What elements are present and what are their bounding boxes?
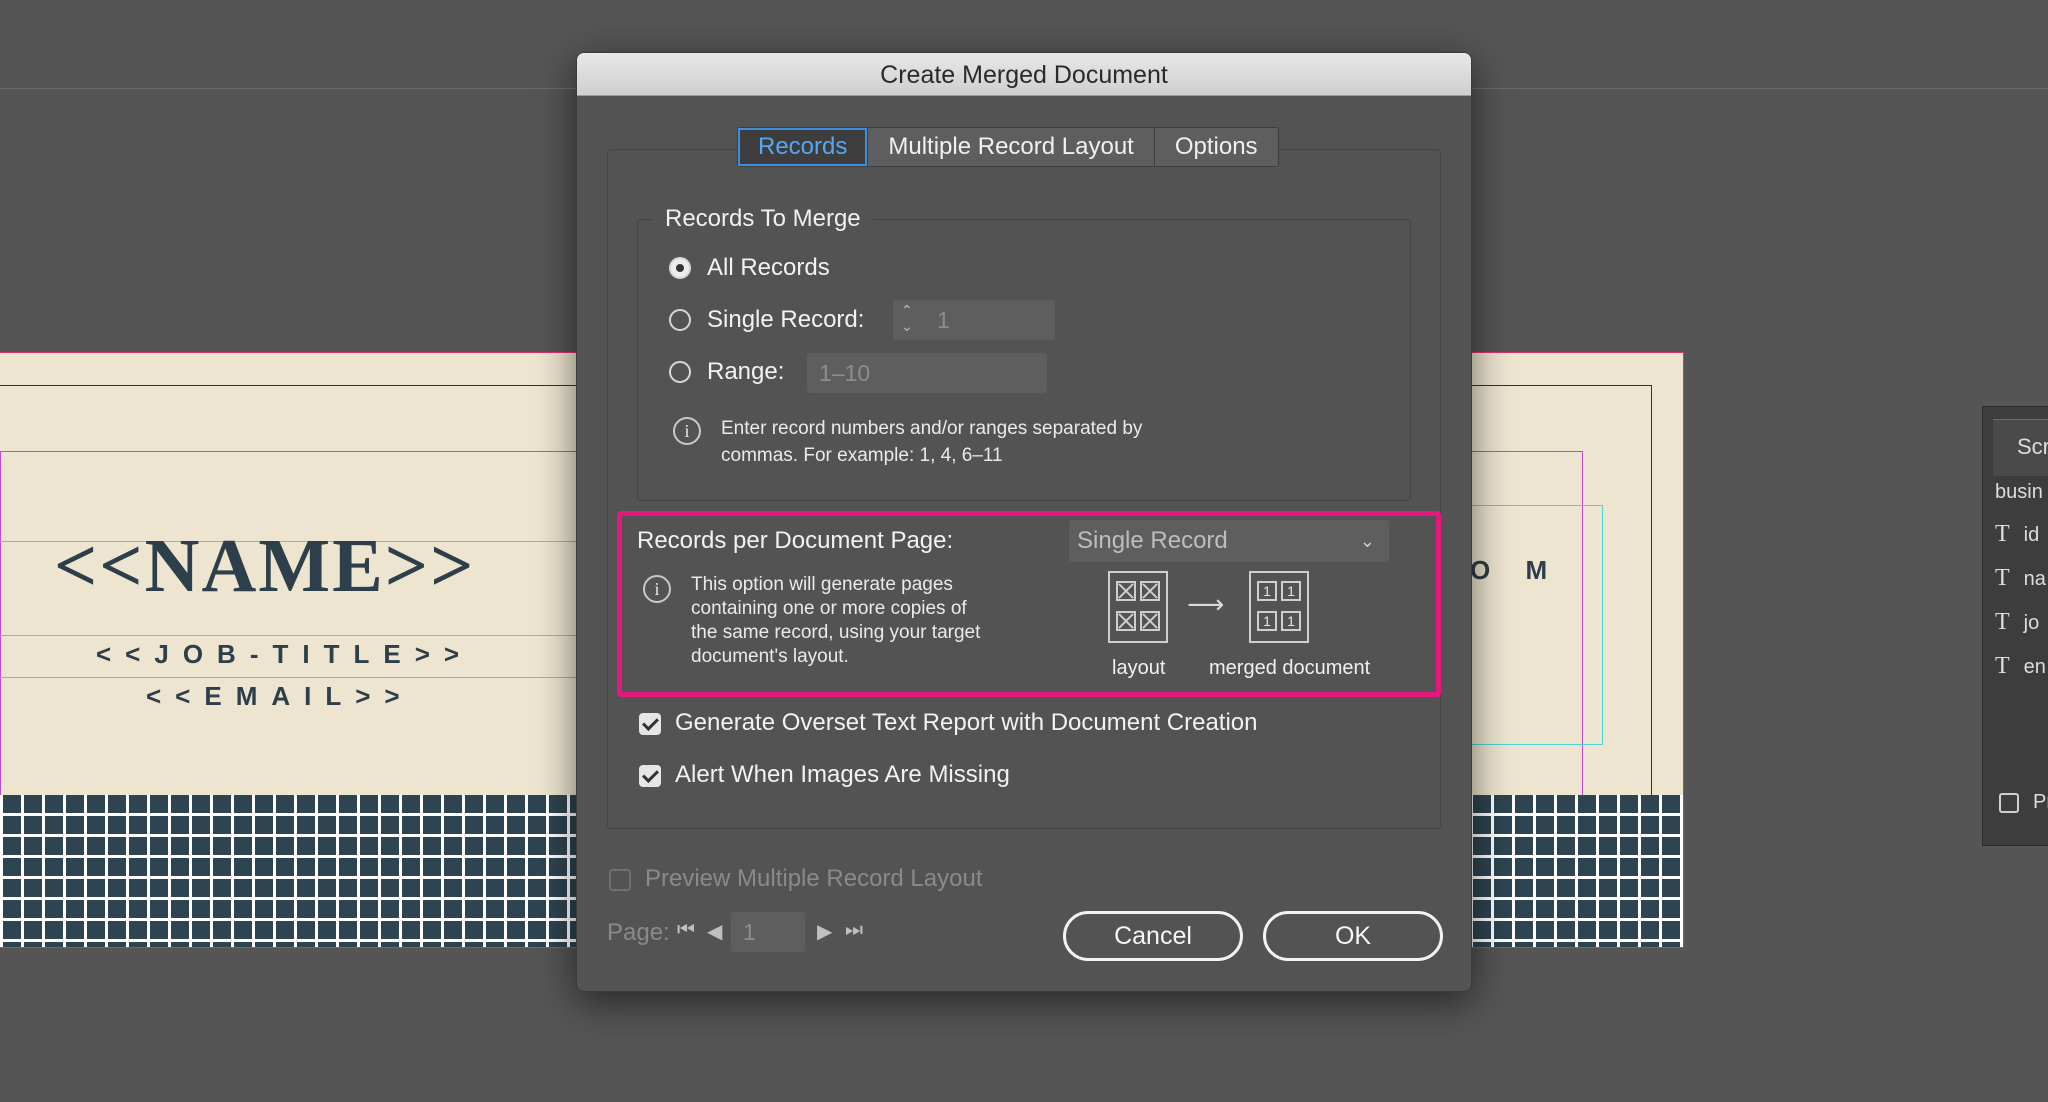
first-page-icon[interactable]: ⏮ [677, 919, 695, 942]
previous-page-icon[interactable]: ◀ [707, 919, 722, 944]
records-per-page-description: This option will generate pages containi… [691, 573, 980, 669]
tab-options[interactable]: Options [1155, 128, 1278, 166]
records-per-page-value: Single Record [1077, 527, 1228, 554]
chevron-down-icon: ⌄ [1359, 531, 1375, 551]
record-number-cell: 1 [1257, 581, 1277, 601]
preview-checkbox[interactable] [609, 869, 631, 891]
panel-item-label: en [2023, 656, 2046, 678]
chevron-up-icon[interactable]: ⌃ [901, 302, 913, 319]
cancel-button[interactable]: Cancel [1063, 911, 1243, 961]
description-line: containing one or more copies of [691, 598, 967, 619]
description-line: This option will generate pages [691, 574, 953, 595]
panel-item[interactable]: Tjo [1995, 609, 2039, 636]
panel-item-label: na [2023, 568, 2046, 590]
info-icon: i [673, 417, 701, 445]
text-type-icon: T [1995, 653, 2010, 679]
panel-item-label: id [2023, 524, 2040, 546]
description-line: document's layout. [691, 646, 849, 667]
record-cell-icon [1140, 581, 1160, 601]
panel-header: busin [1995, 481, 2043, 503]
all-records-label[interactable]: All Records [707, 254, 830, 282]
arrow-right-icon: ⟶ [1187, 589, 1225, 619]
panel-checkbox[interactable] [1999, 793, 2019, 813]
all-records-radio[interactable] [669, 257, 691, 279]
tab-bar: Records Multiple Record Layout Options [737, 127, 1279, 167]
description-line: the same record, using your target [691, 622, 981, 643]
panel-item-label: jo [2023, 612, 2040, 634]
dialog-titlebar[interactable]: Create Merged Document [577, 53, 1471, 96]
baseline-guide [0, 677, 578, 678]
partial-text: O M [1470, 555, 1562, 585]
range-label[interactable]: Range: [707, 358, 784, 386]
record-cell-icon [1140, 611, 1160, 631]
records-to-merge-legend: Records To Merge [653, 205, 873, 233]
panel-tab-label: Scri [2017, 434, 2048, 459]
overset-report-checkbox[interactable] [639, 713, 661, 735]
create-merged-document-dialog: Create Merged Document Records Multiple … [576, 52, 1472, 992]
last-page-icon[interactable]: ⏭ [845, 919, 863, 942]
alert-images-label[interactable]: Alert When Images Are Missing [675, 761, 1010, 789]
records-per-page-label: Records per Document Page: [637, 527, 954, 554]
script-label-panel: Scri busin Tid Tna Tjo Ten Pr [1982, 406, 2048, 846]
page-number-input[interactable]: 1 [731, 912, 805, 952]
range-help-line: commas. For example: 1, 4, 6–11 [721, 445, 1003, 466]
dialog-title: Create Merged Document [880, 61, 1168, 89]
text-type-icon: T [1995, 609, 2010, 635]
single-record-stepper[interactable]: ⌃ ⌄ [895, 300, 925, 340]
name-placeholder: <<NAME>> [54, 524, 476, 608]
next-page-icon[interactable]: ▶ [817, 919, 832, 944]
single-record-radio[interactable] [669, 309, 691, 331]
merged-document-caption: merged document [1209, 657, 1371, 679]
alert-images-checkbox[interactable] [639, 765, 661, 787]
page-label: Page: [607, 919, 670, 946]
layout-diagram-icon [1108, 571, 1168, 643]
panel-tab[interactable]: Scri [1993, 419, 2048, 476]
record-cell-icon [1116, 611, 1136, 631]
layout-caption: layout [1112, 657, 1166, 679]
panel-item[interactable]: Ten [1995, 653, 2046, 680]
panel-item[interactable]: Tna [1995, 565, 2046, 592]
range-radio[interactable] [669, 361, 691, 383]
single-record-label[interactable]: Single Record: [707, 306, 864, 334]
records-per-page-select[interactable]: Single Record ⌄ [1069, 520, 1389, 562]
record-number-cell: 1 [1257, 611, 1277, 631]
merged-document-diagram-icon: 1 1 1 1 [1249, 571, 1309, 643]
info-icon: i [643, 575, 671, 603]
record-number-cell: 1 [1281, 581, 1301, 601]
record-number-cell: 1 [1281, 611, 1301, 631]
panel-checkbox-label: Pr [2033, 791, 2048, 813]
range-help-text: Enter record numbers and/or ranges separ… [721, 415, 1142, 469]
ok-button[interactable]: OK [1263, 911, 1443, 961]
text-type-icon: T [1995, 521, 2010, 547]
range-input[interactable]: 1–10 [807, 353, 1047, 393]
record-cell-icon [1116, 581, 1136, 601]
chevron-down-icon[interactable]: ⌄ [901, 318, 913, 335]
email-placeholder: <<EMAIL>> [146, 681, 414, 711]
preview-label[interactable]: Preview Multiple Record Layout [645, 865, 983, 893]
range-help-line: Enter record numbers and/or ranges separ… [721, 418, 1143, 439]
baseline-guide [0, 635, 578, 636]
job-title-placeholder: <<JOB-TITLE>> [96, 639, 474, 669]
panel-item[interactable]: Tid [1995, 521, 2039, 548]
tab-multiple-record-layout[interactable]: Multiple Record Layout [868, 128, 1155, 166]
overset-report-label[interactable]: Generate Overset Text Report with Docume… [675, 709, 1258, 737]
text-type-icon: T [1995, 565, 2010, 591]
tab-records[interactable]: Records [738, 128, 869, 166]
